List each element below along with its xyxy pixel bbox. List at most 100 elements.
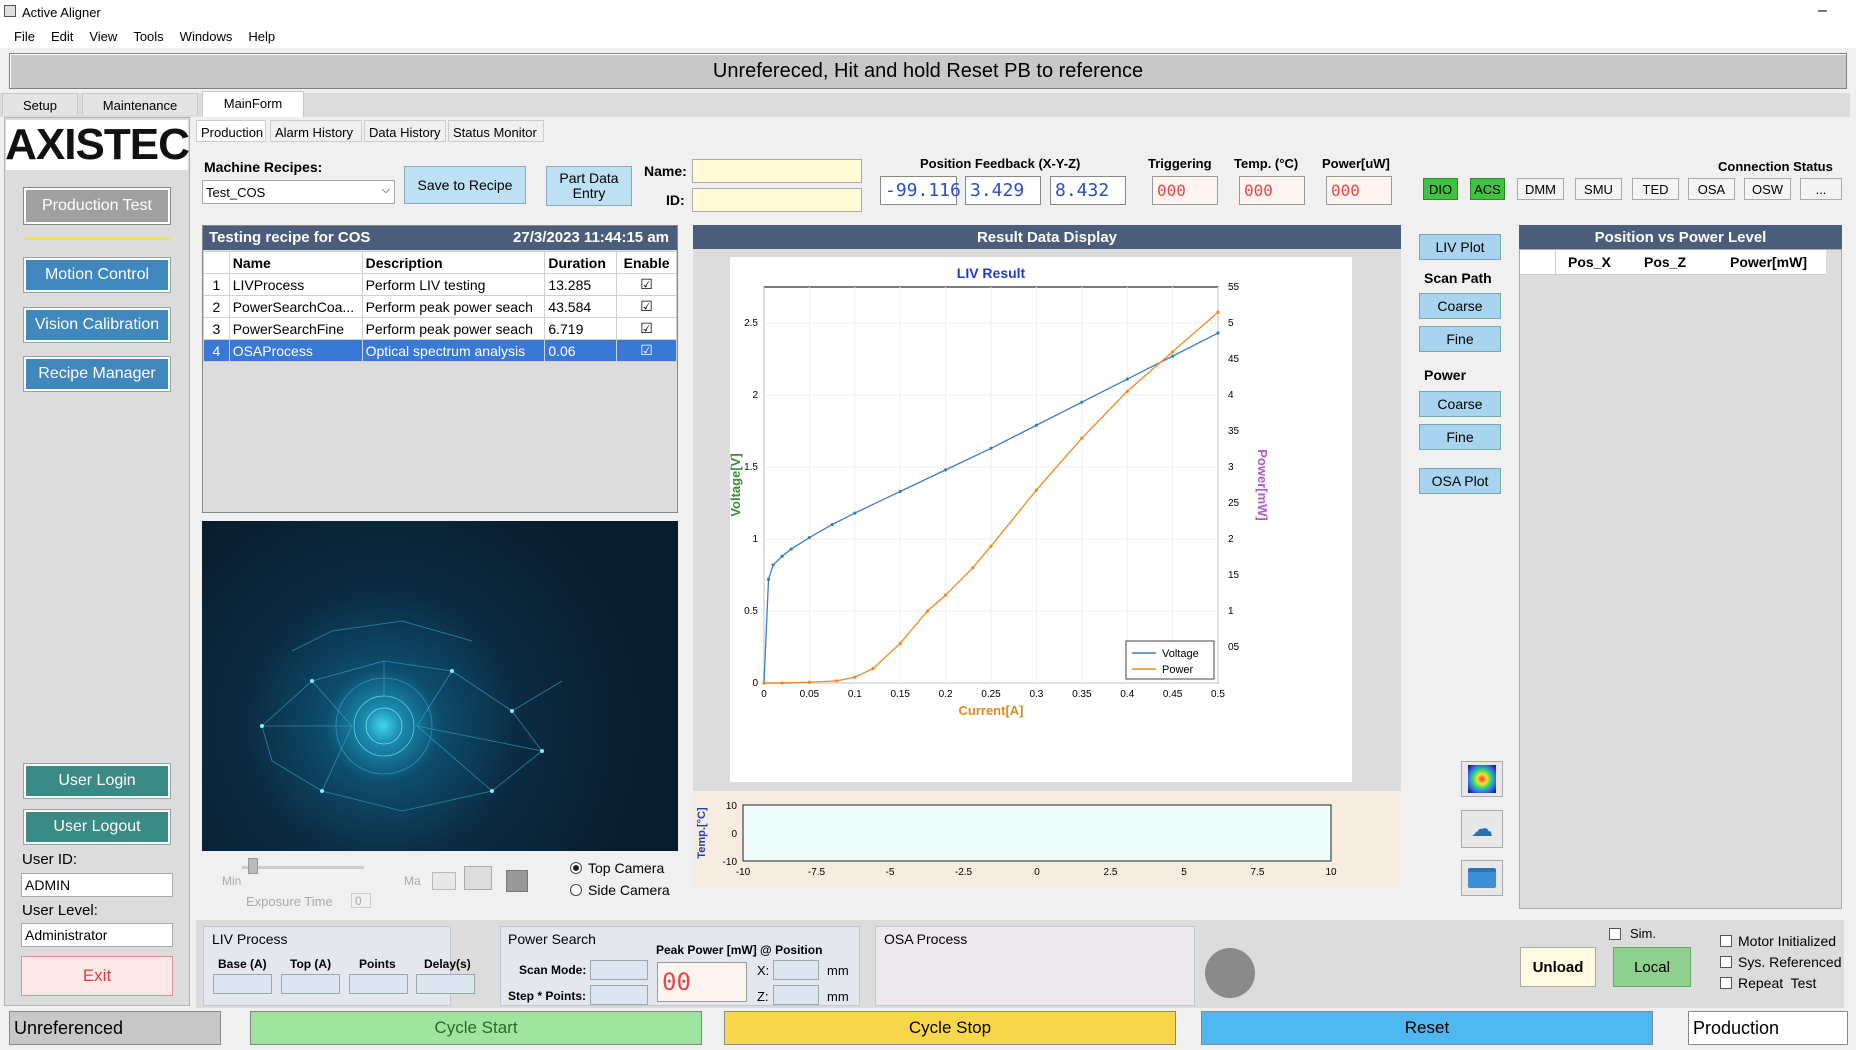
power-coarse-button[interactable]: Coarse [1419, 391, 1501, 417]
top-label: Top (A) [290, 957, 332, 971]
enable-checkbox[interactable]: ☑ [616, 317, 677, 340]
snapshot-icon[interactable] [432, 872, 456, 890]
exposure-slider-thumb[interactable] [248, 858, 258, 874]
stop-icon[interactable] [506, 870, 528, 892]
tab-production[interactable]: Production [196, 120, 266, 142]
pos-z-readout: 8.432 [1050, 176, 1126, 205]
power-fine-button[interactable]: Fine [1419, 424, 1501, 450]
multi-window-icon[interactable] [464, 866, 492, 890]
menu-view[interactable]: View [81, 26, 125, 48]
data-point-voltage [853, 511, 857, 515]
exposure-time-field[interactable]: 0 [351, 893, 371, 908]
top-camera-radio[interactable] [570, 862, 582, 874]
y2-tick-label: 45 [1228, 354, 1240, 365]
step-points-input[interactable] [590, 985, 648, 1005]
connection-status-label: Connection Status [1718, 159, 1833, 174]
tab-setup[interactable]: Setup [2, 93, 78, 115]
recipe-manager-button[interactable]: Recipe Manager [23, 356, 171, 392]
sim-checkbox[interactable] [1609, 928, 1621, 940]
reset-button[interactable]: Reset [1201, 1011, 1653, 1045]
motion-control-button[interactable]: Motion Control [23, 257, 171, 293]
scan-fine-button[interactable]: Fine [1419, 326, 1501, 352]
menu-file[interactable]: File [6, 26, 43, 48]
tab-mainform[interactable]: MainForm [202, 91, 304, 117]
part-data-entry-button[interactable]: Part Data Entry [546, 166, 632, 206]
tab-status-monitor[interactable]: Status Monitor [448, 120, 544, 142]
recipe-select[interactable]: Test_COS ⌵ [202, 180, 395, 204]
data-point-voltage [807, 535, 811, 540]
motor-initialized-checkbox[interactable] [1720, 935, 1732, 947]
result-data-header: Result Data Display [693, 225, 1401, 249]
y2-tick-label: 2 [1228, 534, 1234, 545]
menu-tools[interactable]: Tools [125, 26, 171, 48]
id-field[interactable] [692, 188, 862, 212]
menu-edit[interactable]: Edit [43, 26, 81, 48]
menu-windows[interactable]: Windows [172, 26, 241, 48]
tab-alarm-history[interactable]: Alarm History [270, 120, 362, 142]
liv-plot-button[interactable]: LIV Plot [1419, 234, 1501, 260]
user-logout-button[interactable]: User Logout [23, 809, 171, 845]
production-test-button[interactable]: Production Test [23, 187, 171, 225]
cycle-start-button[interactable]: Cycle Start [250, 1011, 702, 1045]
sys-referenced-checkbox[interactable] [1720, 956, 1732, 968]
repeat-test-checkbox[interactable] [1720, 977, 1732, 989]
enable-checkbox[interactable]: ☑ [616, 339, 677, 362]
z-unit: mm [827, 989, 849, 1004]
camera-view[interactable] [202, 521, 678, 851]
cloud-database-icon[interactable]: ☁ [1461, 810, 1503, 848]
temp-chart: 100-10-10 -7.5 -5 -2.5 0 2.5 5 7.5 10Temp.[°C] [696, 801, 1337, 878]
col-duration: Duration [544, 251, 618, 274]
scan-coarse-button[interactable]: Coarse [1419, 293, 1501, 319]
table-row[interactable]: 3 PowerSearchFine Perform peak power sea… [203, 317, 677, 340]
local-button[interactable]: Local [1613, 947, 1691, 987]
side-camera-label: Side Camera [588, 882, 670, 898]
peak-x-input[interactable] [773, 960, 819, 980]
power-search-title: Power Search [508, 931, 596, 947]
temp-x-tick: 0 [1034, 867, 1040, 878]
enable-checkbox[interactable]: ☑ [616, 295, 677, 318]
points-input[interactable] [349, 974, 408, 994]
conn-dmm: DMM [1517, 178, 1564, 200]
temp-y-tick: 0 [731, 829, 737, 840]
row-duration: 13.285 [544, 273, 618, 296]
user-level-field[interactable]: Administrator [21, 923, 173, 947]
conn-smu: SMU [1575, 178, 1622, 200]
base-input[interactable] [213, 974, 272, 994]
table-row[interactable]: 1 LIVProcess Perform LIV testing 13.285 … [203, 273, 677, 296]
exposure-slider-track[interactable] [242, 866, 364, 869]
top-input[interactable] [281, 974, 340, 994]
table-row-selected[interactable]: 4 OSAProcess Optical spectrum analysis 0… [203, 339, 677, 362]
vision-calibration-button[interactable]: Vision Calibration [23, 307, 171, 343]
cycle-stop-button[interactable]: Cycle Stop [724, 1011, 1176, 1045]
chevron-down-icon: ⌵ [381, 184, 390, 196]
save-to-recipe-button[interactable]: Save to Recipe [404, 166, 526, 204]
user-id-field[interactable]: ADMIN [21, 873, 173, 897]
osa-plot-button[interactable]: OSA Plot [1419, 468, 1501, 494]
user-id-label: User ID: [22, 851, 78, 868]
tab-data-history[interactable]: Data History [364, 120, 446, 142]
tab-maintenance[interactable]: Maintenance [82, 93, 198, 115]
side-camera-radio[interactable] [570, 884, 582, 896]
table-row[interactable]: 2 PowerSearchCoa... Perform peak power s… [203, 295, 677, 318]
data-point-power [780, 681, 784, 685]
data-point-power [971, 566, 975, 570]
unload-button[interactable]: Unload [1520, 947, 1596, 987]
exit-button[interactable]: Exit [21, 956, 173, 996]
minimize-icon[interactable]: – [1818, 2, 1827, 20]
folder-icon[interactable] [1461, 860, 1503, 896]
row-index: 2 [203, 295, 230, 318]
divider [24, 237, 170, 240]
part-data-entry-label-2: Entry [572, 185, 606, 201]
conn-more[interactable]: ... [1800, 178, 1842, 200]
window-title: Active Aligner [22, 5, 101, 20]
enable-checkbox[interactable]: ☑ [616, 273, 677, 296]
delay-input[interactable] [416, 974, 475, 994]
conn-osw: OSW [1744, 178, 1791, 200]
peak-z-input[interactable] [773, 985, 819, 1005]
heatmap-icon[interactable] [1461, 761, 1503, 797]
y-tick-label: 1 [752, 534, 758, 545]
name-field[interactable] [692, 159, 862, 183]
user-login-button[interactable]: User Login [23, 763, 171, 799]
scan-mode-input[interactable] [590, 960, 648, 980]
menu-help[interactable]: Help [240, 26, 283, 48]
